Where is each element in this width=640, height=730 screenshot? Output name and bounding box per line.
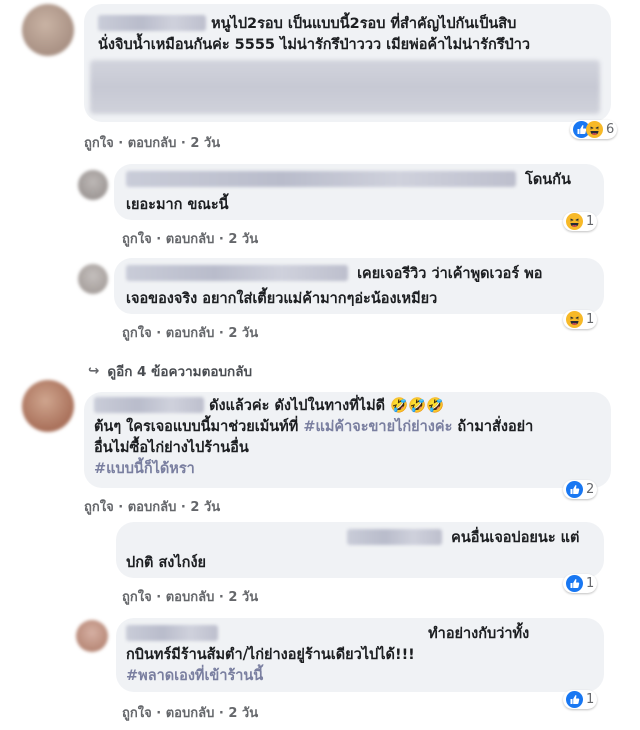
reaction-summary[interactable]: 1 [563,212,598,231]
reaction-count: 1 [586,576,595,591]
reaction-count: 1 [586,214,595,229]
comment-text-line: ต้นๆ ใครเจอแบบนี้มาช่วยเม้นท์ที่ #แม่ค้า… [94,419,534,435]
comment-text-line: เคยเจอรีวิว ว่าเค้าพูดเวอร์ พอ [126,264,592,285]
view-more-replies-label: ดูอีก 4 ข้อความตอบกลับ [107,364,253,380]
reply-link[interactable]: ตอบกลับ [128,136,177,151]
comment-text-line: อื่นไม่ซื้อไก่ย่างไปร้านอื่น [94,440,249,456]
timestamp[interactable]: 2 วัน [190,136,220,151]
comment-text-line: เยอะมาก ขณะนี้ [126,197,229,213]
like-link[interactable]: ถูกใจ [122,706,152,721]
reaction-summary[interactable]: 6 [570,120,618,139]
avatar[interactable] [22,380,74,432]
like-icon [566,481,583,498]
comment-text-line: คนอื่นเจอบ่อยนะ แต่ [126,528,594,549]
reaction-summary[interactable]: 1 [563,690,598,709]
comment-text-line: นั่งจิบน้ำเหมือนกันค่ะ 5555 ไม่น่ารักรึป… [98,37,531,53]
like-link[interactable]: ถูกใจ [84,136,114,151]
reaction-count: 6 [606,122,615,137]
haha-icon [566,213,583,230]
timestamp[interactable]: 2 วัน [228,590,258,605]
blurred-author-name [347,529,443,545]
comment-actions: ถูกใจ · ตอบกลับ · 2 วัน [122,326,259,341]
timestamp[interactable]: 2 วัน [228,326,258,341]
avatar[interactable] [76,620,108,652]
timestamp[interactable]: 2 วัน [228,232,258,247]
comment-text-line: เจอของจริง อยากใส่เตี้ยวแม่ค้ามากๆอ่ะน้อ… [126,291,438,307]
like-link[interactable]: ถูกใจ [84,500,114,515]
hashtag-link[interactable]: #แม่ค้าจะขายไก่ย่างค่ะ [303,419,452,435]
comment-bubble: ดังแล้วค่ะ ดังไปในทางที่ไม่ดี 🤣🤣🤣 ต้นๆ ใ… [84,392,611,488]
comment-text-line: กบินทร์มีร้านส้มตำ/ไก่ย่างอยู่ร้านเดียวไ… [126,647,415,663]
reply-arrow-icon: ↪ [88,363,100,379]
comment-actions: ถูกใจ · ตอบกลับ · 2 วัน [122,590,259,605]
haha-icon [566,311,583,328]
blurred-author-name [94,397,204,413]
like-icon [566,575,583,592]
blurred-author-name [126,171,516,187]
timestamp[interactable]: 2 วัน [190,500,220,515]
reply-link[interactable]: ตอบกลับ [166,706,215,721]
comment-text-line: ทำอย่างกับว่าทั้ง [126,624,594,645]
comment-text-line: ปกติ สงไกง์ย [126,555,207,571]
comment-actions: ถูกใจ · ตอบกลับ · 2 วัน [84,136,221,151]
hashtag-link[interactable]: #พลาดเองที่เข้าร้านนี้ [126,666,594,687]
reply-bubble: โดนกัน เยอะมาก ขณะนี้ [114,164,604,220]
comment-text-line: หนูไป2รอบ เป็นแบบนี้2รอบ ที่สำคัญไปกันเป… [98,14,597,35]
reply-link[interactable]: ตอบกลับ [128,500,177,515]
reaction-count: 1 [586,312,595,327]
like-link[interactable]: ถูกใจ [122,232,152,247]
reaction-count: 1 [586,692,595,707]
reply-link[interactable]: ตอบกลับ [166,232,215,247]
avatar[interactable] [78,170,108,200]
reaction-summary[interactable]: 2 [563,480,598,499]
timestamp[interactable]: 2 วัน [228,706,258,721]
comment-text-line: โดนกัน [126,170,592,191]
avatar[interactable] [22,4,74,56]
reply-bubble: ทำอย่างกับว่าทั้ง กบินทร์มีร้านส้มตำ/ไก่… [116,618,604,692]
comment-actions: ถูกใจ · ตอบกลับ · 2 วัน [122,232,259,247]
like-icon [566,691,583,708]
reaction-summary[interactable]: 1 [563,574,598,593]
comment-actions: ถูกใจ · ตอบกลับ · 2 วัน [122,706,259,721]
avatar[interactable] [78,264,108,294]
reply-bubble: คนอื่นเจอบ่อยนะ แต่ ปกติ สงไกง์ย [116,522,604,578]
reply-link[interactable]: ตอบกลับ [166,326,215,341]
like-link[interactable]: ถูกใจ [122,590,152,605]
reply-bubble: เคยเจอรีวิว ว่าเค้าพูดเวอร์ พอ เจอของจริ… [114,258,604,314]
reaction-summary[interactable]: 1 [563,310,598,329]
blurred-comment-text [90,60,600,114]
reply-link[interactable]: ตอบกลับ [166,590,215,605]
haha-icon [586,121,603,138]
reaction-count: 2 [586,482,595,497]
comment-text-line: ดังแล้วค่ะ ดังไปในทางที่ไม่ดี 🤣🤣🤣 [94,396,601,417]
blurred-author-name [126,265,348,281]
hashtag-link[interactable]: #แบบนี้ก็ได้หรา [94,459,601,480]
like-link[interactable]: ถูกใจ [122,326,152,341]
view-more-replies-link[interactable]: ↪ ดูอีก 4 ข้อความตอบกลับ [88,360,252,382]
blurred-author-name [98,15,206,31]
comment-actions: ถูกใจ · ตอบกลับ · 2 วัน [84,500,221,515]
blurred-author-name [126,625,218,641]
